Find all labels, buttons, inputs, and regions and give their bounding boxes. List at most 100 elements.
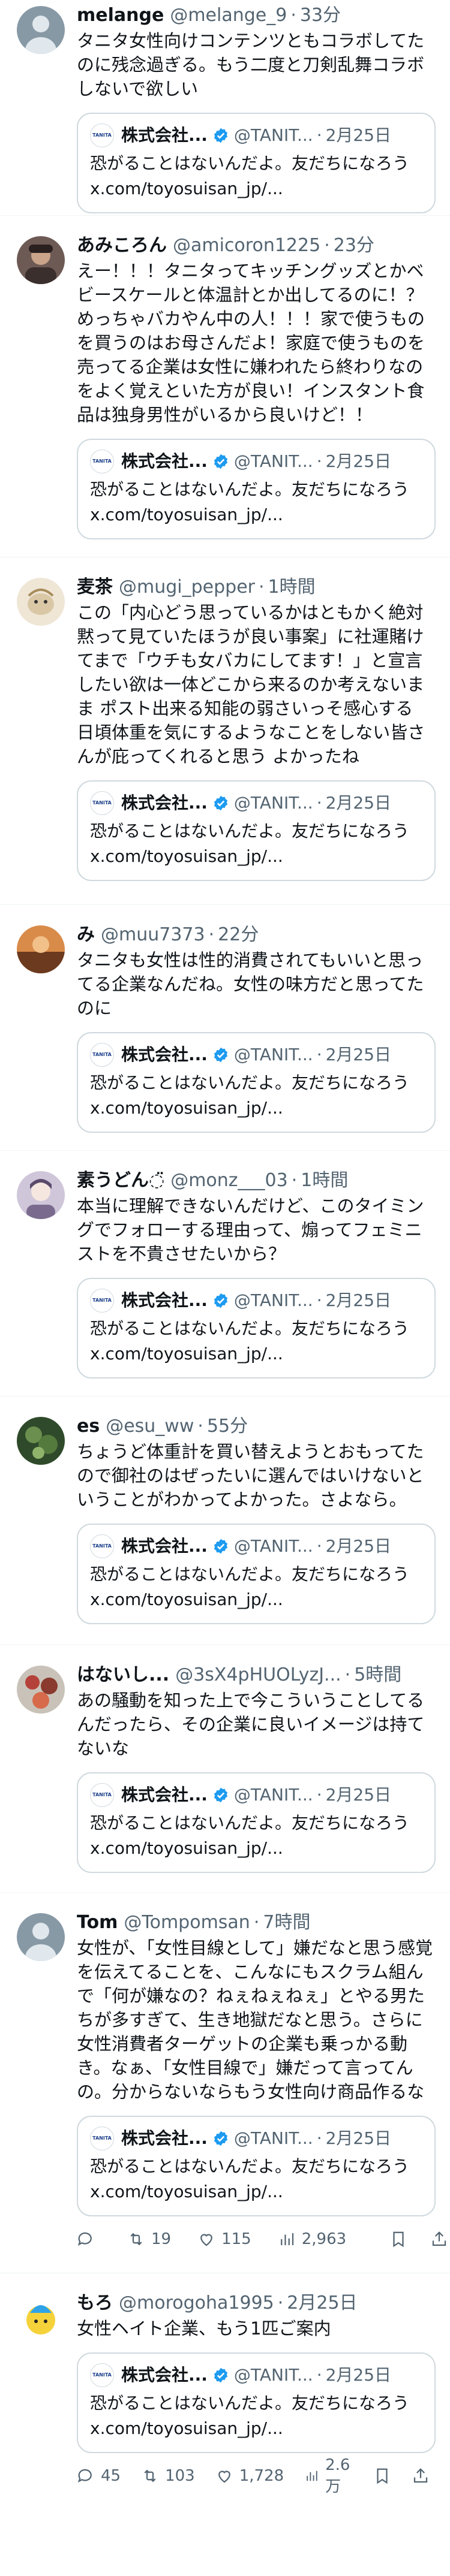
heart-icon xyxy=(200,2234,212,2246)
author-handle[interactable]: @esu_ww xyxy=(106,1414,194,1438)
timestamp[interactable]: 33分 xyxy=(300,4,341,28)
bookmark-button[interactable] xyxy=(373,2467,397,2485)
avatar[interactable] xyxy=(17,1417,65,1465)
reply-tweet[interactable]: み @muu7373 · 22分 タニタも女性は性的消費されてもいいと思ってる企… xyxy=(0,905,450,1151)
quoted-tweet-card[interactable]: TANITA 株式会社... @TANIT... · 2月25日 恐がることはな… xyxy=(77,1278,436,1379)
reply-tweet[interactable]: es @esu_ww · 55分 ちょうど体重計を買い替えようとおもってたので御… xyxy=(0,1396,450,1645)
avatar[interactable] xyxy=(17,2294,65,2342)
quoted-timestamp: 2月25日 xyxy=(325,2365,392,2385)
views-button[interactable]: 2,963 xyxy=(278,2230,346,2248)
quoted-tweet-card[interactable]: TANITA 株式会社... @TANIT... · 2月25日 恐がることはな… xyxy=(77,1032,436,1133)
verified-badge-icon xyxy=(214,795,228,811)
quoted-link[interactable]: x.com/toyosuisan_jp/... xyxy=(90,1096,422,1121)
quoted-text-line1: 恐がることはないんだよ。友だちになろう xyxy=(90,2156,410,2176)
quoted-tweet-card[interactable]: TANITA 株式会社... @TANIT... · 2月25日 恐がることはな… xyxy=(77,2352,436,2453)
avatar[interactable] xyxy=(17,925,65,973)
quoted-link[interactable]: x.com/toyosuisan_jp/... xyxy=(90,502,422,527)
tanita-logo-icon: TANITA xyxy=(90,791,114,815)
author-name[interactable]: Tom xyxy=(77,1911,118,1935)
quoted-tweet-card[interactable]: TANITA 株式会社... @TANIT... · 2月25日 恐がることはな… xyxy=(77,2116,436,2216)
timestamp[interactable]: 5時間 xyxy=(354,1663,401,1687)
reply-tweet[interactable]: 素うどん◌̈ @monz___03 · 1時間 本当に理解できないんだけど、この… xyxy=(0,1151,450,1396)
bookmark-button[interactable] xyxy=(389,2230,413,2248)
author-handle[interactable]: @3sX4pHUOLyzJ... xyxy=(175,1663,341,1687)
quoted-author-name: 株式会社... xyxy=(121,1045,208,1064)
reply-tweet[interactable]: melange @melange_9 · 33分 タニタ女性向けコンテンツともコ… xyxy=(0,0,450,216)
author-name[interactable]: 麦茶 xyxy=(77,575,113,599)
author-name[interactable]: み xyxy=(77,923,95,947)
repost-button[interactable]: 103 xyxy=(141,2467,195,2485)
bookmark-icon xyxy=(377,2468,388,2484)
share-button[interactable] xyxy=(430,2230,450,2248)
quoted-link[interactable]: x.com/toyosuisan_jp/... xyxy=(90,1587,422,1612)
reply-feed: melange @melange_9 · 33分 タニタ女性向けコンテンツともコ… xyxy=(0,0,450,2504)
author-handle[interactable]: @melange_9 xyxy=(170,4,287,28)
tanita-logo-icon: TANITA xyxy=(90,123,114,147)
timestamp[interactable]: 55分 xyxy=(207,1414,248,1438)
quoted-link[interactable]: x.com/toyosuisan_jp/... xyxy=(90,1341,422,1367)
author-name[interactable]: es xyxy=(77,1414,100,1438)
reply-button[interactable]: 45 xyxy=(77,2467,121,2485)
reply-icon xyxy=(77,2232,92,2246)
author-handle[interactable]: @amicoron1225 xyxy=(173,234,320,258)
separator-dot: · xyxy=(316,793,322,813)
quoted-link[interactable]: x.com/toyosuisan_jp/... xyxy=(90,1836,422,1861)
avatar[interactable] xyxy=(17,1666,65,1714)
timestamp[interactable]: 2月25日 xyxy=(287,2291,357,2315)
author-handle[interactable]: @morogoha1995 xyxy=(119,2291,274,2315)
author-name[interactable]: あみころん xyxy=(77,234,167,258)
quoted-author-handle: @TANIT... xyxy=(233,1536,313,1556)
author-name[interactable]: はないし... xyxy=(77,1663,169,1687)
quoted-text-line1: 恐がることはないんだよ。友だちになろう xyxy=(90,1813,410,1833)
quoted-tweet-card[interactable]: TANITA 株式会社... @TANIT... · 2月25日 恐がることはな… xyxy=(77,780,436,881)
avatar[interactable] xyxy=(17,578,65,626)
quoted-link[interactable]: x.com/toyosuisan_jp/... xyxy=(90,844,422,869)
verified-badge-icon xyxy=(214,128,228,143)
reply-header: み @muu7373 · 22分 xyxy=(77,923,436,947)
timestamp[interactable]: 7時間 xyxy=(263,1911,310,1935)
quoted-author-name: 株式会社... xyxy=(121,1785,208,1805)
author-name[interactable]: 素うどん◌̈ xyxy=(77,1169,164,1193)
quoted-author-handle: @TANIT... xyxy=(233,793,313,813)
reply-tweet[interactable]: あみころん @amicoron1225 · 23分 えー！！！タニタってキッチン… xyxy=(0,216,450,557)
reply-header: あみころん @amicoron1225 · 23分 xyxy=(77,234,436,258)
timestamp[interactable]: 1時間 xyxy=(301,1169,348,1193)
quoted-text-line1: 恐がることはないんだよ。友だちになろう xyxy=(90,1564,410,1584)
reply-button[interactable] xyxy=(77,2230,101,2248)
timestamp[interactable]: 22分 xyxy=(218,923,259,947)
separator-dot: · xyxy=(259,577,265,598)
quoted-tweet-card[interactable]: TANITA 株式会社... @TANIT... · 2月25日 恐がることはな… xyxy=(77,1772,436,1873)
views-button[interactable]: 2.6万 xyxy=(304,2456,359,2496)
repost-button[interactable]: 19 xyxy=(127,2230,171,2248)
timestamp[interactable]: 23分 xyxy=(334,234,374,258)
author-name[interactable]: もろ xyxy=(77,2291,113,2315)
reply-tweet[interactable]: もろ @morogoha1995 · 2月25日 女性ヘイト企業、もう1匹ご案内… xyxy=(0,2273,450,2504)
reply-text: 女性ヘイト企業、もう1匹ご案内 xyxy=(77,2318,331,2339)
quoted-link[interactable]: x.com/toyosuisan_jp/... xyxy=(90,2179,422,2204)
author-name[interactable]: melange xyxy=(77,4,164,28)
quoted-link[interactable]: x.com/toyosuisan_jp/... xyxy=(90,176,422,201)
author-handle[interactable]: @Tompomsan xyxy=(124,1911,250,1935)
quoted-tweet-card[interactable]: TANITA 株式会社... @TANIT... · 2月25日 恐がることはな… xyxy=(77,1524,436,1624)
like-button[interactable]: 115 xyxy=(197,2230,251,2248)
author-handle[interactable]: @mugi_pepper xyxy=(119,575,255,599)
author-handle[interactable]: @muu7373 xyxy=(101,923,205,947)
quoted-tweet-card[interactable]: TANITA 株式会社... @TANIT... · 2月25日 恐がることはな… xyxy=(77,113,436,213)
author-handle[interactable]: @monz___03 xyxy=(170,1169,288,1193)
verified-badge-icon xyxy=(214,1047,228,1063)
share-button[interactable] xyxy=(412,2467,436,2485)
quoted-tweet-card[interactable]: TANITA 株式会社... @TANIT... · 2月25日 恐がることはな… xyxy=(77,439,436,539)
quoted-link[interactable]: x.com/toyosuisan_jp/... xyxy=(90,2416,422,2441)
avatar[interactable] xyxy=(17,1171,65,1219)
like-button[interactable]: 1,728 xyxy=(215,2467,284,2485)
avatar[interactable] xyxy=(17,6,65,54)
timestamp[interactable]: 1時間 xyxy=(268,575,316,599)
reply-tweet[interactable]: 麦茶 @mugi_pepper · 1時間 この「内心どう思っているかはともかく… xyxy=(0,557,450,905)
separator-dot: · xyxy=(277,2293,284,2313)
avatar[interactable] xyxy=(17,1913,65,1961)
reply-header: もろ @morogoha1995 · 2月25日 xyxy=(77,2291,436,2315)
share-icon xyxy=(433,2231,446,2246)
reply-tweet[interactable]: はないし... @3sX4pHUOLyzJ... · 5時間 あの騒動を知った上… xyxy=(0,1645,450,1893)
avatar[interactable] xyxy=(17,236,65,284)
reply-tweet[interactable]: Tom @Tompomsan · 7時間 女性が、「女性目線として」嫌だなと思う… xyxy=(0,1893,450,2273)
